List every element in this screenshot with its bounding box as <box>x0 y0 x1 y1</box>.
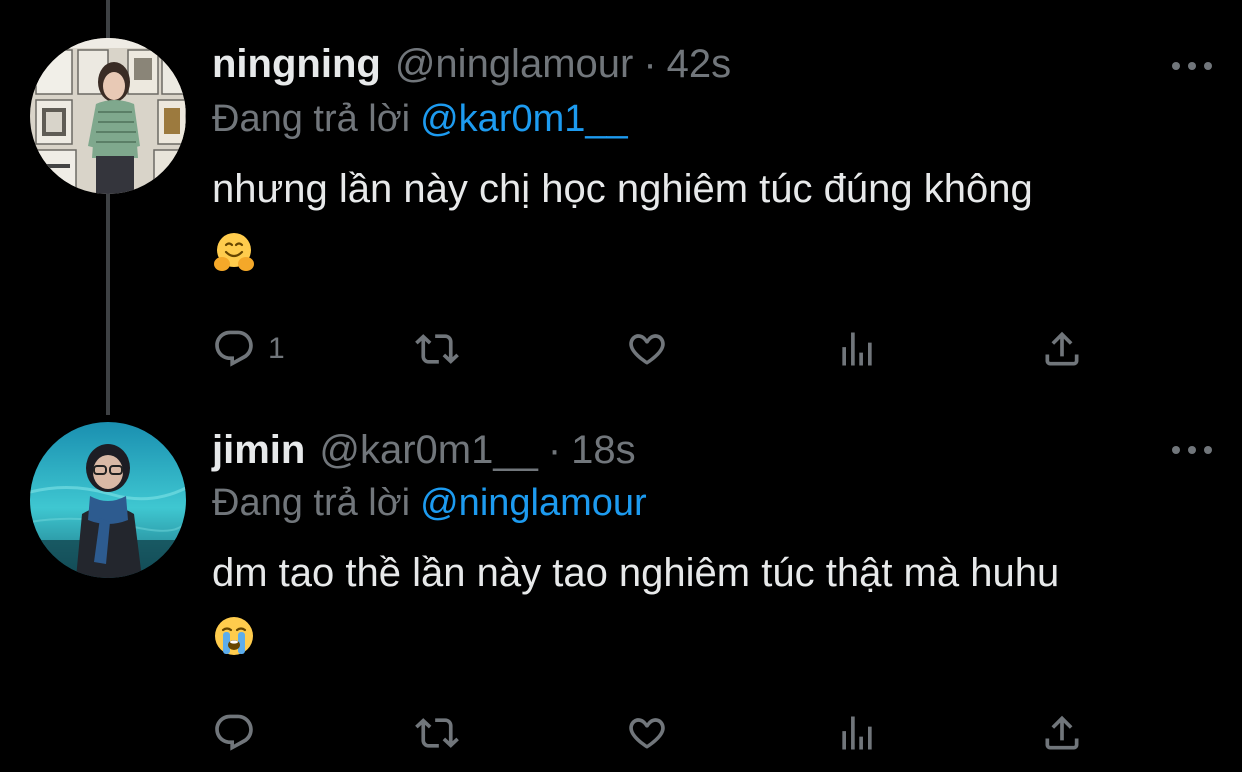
retweet-button[interactable] <box>415 324 459 374</box>
user-handle[interactable]: @ninglamour <box>395 42 634 87</box>
avatar-photo <box>30 422 186 578</box>
reply-icon <box>215 714 253 751</box>
more-icon[interactable] <box>1172 58 1212 74</box>
timestamp[interactable]: 18s <box>571 428 636 473</box>
reply-icon <box>215 330 253 367</box>
more-icon[interactable] <box>1172 442 1212 458</box>
loudly-crying-face-emoji <box>215 617 253 655</box>
avatar[interactable] <box>30 38 186 194</box>
reply-mention-link[interactable]: @kar0m1__ <box>420 98 628 140</box>
retweet-icon <box>415 718 459 748</box>
share-icon <box>1045 331 1079 366</box>
share-button[interactable] <box>1040 324 1084 374</box>
avatar[interactable] <box>30 422 186 578</box>
display-name[interactable]: jimin <box>212 428 305 473</box>
tweet-text: nhưng lần này chị học nghiêm túc đúng kh… <box>212 167 1033 211</box>
reply-mention-link[interactable]: @ninglamour <box>420 482 647 524</box>
replying-to-label: Đang trả lời <box>212 482 411 524</box>
share-icon <box>1045 715 1079 750</box>
replying-to-label: Đang trả lời <box>212 98 411 140</box>
tweet[interactable]: ningning @ninglamour · 42s Đang trả lời @… <box>0 0 1242 400</box>
separator-dot: · <box>547 428 562 472</box>
hugging-face-emoji <box>214 233 254 271</box>
tweet-header: jimin @kar0m1__ · 18s <box>212 428 636 484</box>
reply-button[interactable] <box>212 708 268 758</box>
tweet-actions: 1 <box>212 324 1092 374</box>
like-icon <box>629 334 665 365</box>
display-name[interactable]: ningning <box>212 42 381 87</box>
like-button[interactable] <box>625 324 669 374</box>
avatar-photo <box>30 38 186 194</box>
views-icon <box>842 716 872 750</box>
tweet-actions <box>212 708 1092 758</box>
views-button[interactable] <box>835 324 879 374</box>
share-button[interactable] <box>1040 708 1084 758</box>
views-icon <box>842 332 872 366</box>
replying-to: Đang trả lời @ninglamour <box>212 482 647 525</box>
like-button[interactable] <box>625 708 669 758</box>
timestamp[interactable]: 42s <box>667 42 732 87</box>
user-handle[interactable]: @kar0m1__ <box>319 428 537 473</box>
tweet-text: dm tao thề lần này tao nghiêm túc thật m… <box>212 551 1060 595</box>
tweet[interactable]: jimin @kar0m1__ · 18s Đang trả lời @ningl… <box>0 400 1242 772</box>
retweet-icon <box>415 334 459 364</box>
views-button[interactable] <box>835 708 879 758</box>
like-icon <box>629 718 665 749</box>
tweet-header: ningning @ninglamour · 42s <box>212 42 731 98</box>
reply-button[interactable]: 1 <box>212 324 285 374</box>
retweet-button[interactable] <box>415 708 459 758</box>
separator-dot: · <box>643 42 657 86</box>
reply-count: 1 <box>268 332 285 365</box>
replying-to: Đang trả lời @kar0m1__ <box>212 98 628 141</box>
